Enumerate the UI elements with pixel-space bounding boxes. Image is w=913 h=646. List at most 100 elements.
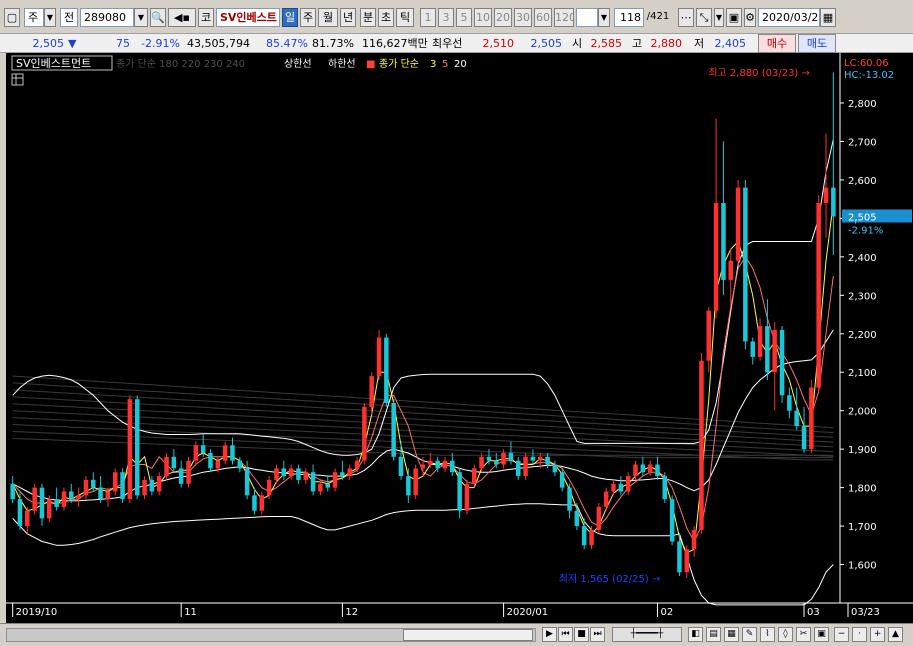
trade-amount: 116,627백만 xyxy=(362,37,428,50)
lower-limit-line xyxy=(12,503,834,606)
zoom-slider[interactable]: ┼━━━━┼ xyxy=(612,627,682,642)
candle xyxy=(662,472,667,503)
scroll-right-icon[interactable]: ▶ xyxy=(542,627,557,642)
y-tick-label: 2,700 xyxy=(848,137,877,148)
candle-body xyxy=(266,479,272,496)
legend-ma5: 5 xyxy=(442,59,448,70)
candle xyxy=(413,464,418,500)
chart-area[interactable]: 2,8002,7002,6002,5002,4002,3002,2002,100… xyxy=(6,53,913,623)
zoom-in-icon[interactable]: + xyxy=(870,627,885,642)
scrollbar-thumb[interactable] xyxy=(403,629,533,641)
candle-body xyxy=(450,460,455,473)
buy-button[interactable]: 매수 xyxy=(758,34,796,53)
chevron-down-icon[interactable]: ▼ xyxy=(44,8,56,27)
sell-button[interactable]: 매도 xyxy=(798,34,836,53)
zoom-icon[interactable]: ⤡ xyxy=(696,8,712,27)
candle-body xyxy=(647,464,653,473)
first-page-icon[interactable]: ⏮ xyxy=(558,627,573,642)
candle-body xyxy=(259,495,264,511)
stock-name[interactable]: SV인베스트 xyxy=(216,8,280,27)
y-tick-label: 2,300 xyxy=(848,291,877,302)
candle-body xyxy=(347,468,352,477)
zoom-out-icon[interactable]: − xyxy=(834,627,849,642)
market-tag[interactable]: 코 xyxy=(198,8,214,27)
calendar-icon[interactable]: ▦ xyxy=(820,8,836,27)
table-icon[interactable] xyxy=(11,73,24,86)
interval-20[interactable]: 20 xyxy=(494,8,512,27)
candle-body xyxy=(523,456,528,476)
interval-120[interactable]: 120 xyxy=(554,8,574,27)
period-month[interactable]: 월 xyxy=(318,8,338,27)
candle-body xyxy=(574,510,580,527)
tool-4-icon[interactable]: ✎ xyxy=(742,627,757,642)
candle-body xyxy=(149,479,155,492)
period-minute[interactable]: 분 xyxy=(360,8,376,27)
grid-icon[interactable]: ⋯ xyxy=(678,8,694,27)
interval-3[interactable]: 3 xyxy=(438,8,454,27)
candle xyxy=(296,464,301,484)
count-input[interactable]: 118 xyxy=(614,8,644,27)
market-select[interactable]: 주 xyxy=(24,8,44,27)
quote-bar: 2,505 ▼ 75 -2.91% 43,505,794 85.47% 81.7… xyxy=(0,34,913,53)
current-price-label: 2,505 xyxy=(848,212,877,223)
candle-body xyxy=(743,187,748,342)
reset-icon[interactable]: · xyxy=(852,627,867,642)
interval-10[interactable]: 10 xyxy=(474,8,492,27)
tool-1-icon[interactable]: ◧ xyxy=(688,627,703,642)
candle-body xyxy=(713,203,719,311)
tool-5-icon[interactable]: ⌇ xyxy=(760,627,775,642)
tool-2-icon[interactable]: ▤ xyxy=(706,627,721,642)
x-tick-label: 2020/01 xyxy=(507,607,549,618)
custom-interval-input[interactable] xyxy=(576,8,598,27)
chart-scrollbar[interactable] xyxy=(6,628,536,642)
candle-body xyxy=(113,472,118,492)
candle-body xyxy=(83,479,89,496)
candle-body xyxy=(552,464,558,473)
candle xyxy=(17,491,23,530)
tool-3-icon[interactable]: ▦ xyxy=(724,627,739,642)
last-page-icon[interactable]: ⏭ xyxy=(590,627,605,642)
code-input[interactable]: 289080 xyxy=(80,8,134,27)
candle-body xyxy=(757,326,763,357)
period-year[interactable]: 년 xyxy=(340,8,356,27)
tool-6-icon[interactable]: ◊ xyxy=(778,627,793,642)
tool-7-icon[interactable]: ✂ xyxy=(796,627,811,642)
zoom-dropdown-icon[interactable]: ▼ xyxy=(714,8,724,27)
candle xyxy=(706,306,711,373)
candle xyxy=(801,406,807,453)
candle xyxy=(816,195,821,392)
candle xyxy=(281,460,286,480)
candle xyxy=(310,464,316,496)
interval-1[interactable]: 1 xyxy=(420,8,436,27)
type-select[interactable]: 전 xyxy=(60,8,78,27)
interval-5[interactable]: 5 xyxy=(456,8,472,27)
gear-icon[interactable]: ⚙ xyxy=(744,8,756,27)
interval-60[interactable]: 60 xyxy=(534,8,552,27)
period-second[interactable]: 초 xyxy=(378,8,394,27)
chart-type-icon[interactable]: ▢ xyxy=(4,8,20,27)
candle-body xyxy=(391,403,396,457)
candle-body xyxy=(376,337,382,377)
speaker-icon[interactable]: ◀▪ xyxy=(168,8,196,27)
save-icon[interactable]: ▣ xyxy=(726,8,742,27)
interval-dropdown-icon[interactable]: ▼ xyxy=(598,8,610,27)
period-day[interactable]: 일 xyxy=(282,8,298,27)
candle xyxy=(83,476,89,500)
date-input[interactable]: 2020/03/23 xyxy=(758,8,820,27)
period-tick[interactable]: 틱 xyxy=(396,8,414,27)
legend-ma20: 20 xyxy=(454,59,467,70)
search-icon[interactable]: 🔍 xyxy=(150,8,166,27)
code-dropdown-icon[interactable]: ▼ xyxy=(134,8,148,27)
candle-body xyxy=(669,499,675,542)
chart-svg[interactable]: 2,8002,7002,6002,5002,4002,3002,2002,100… xyxy=(6,53,913,623)
candle-body xyxy=(787,395,792,411)
candle xyxy=(523,453,528,480)
tool-8-icon[interactable]: ▣ xyxy=(814,627,829,642)
candle-body xyxy=(721,203,726,280)
stop-icon[interactable]: ■ xyxy=(574,627,589,642)
candle-body xyxy=(61,491,67,507)
interval-30[interactable]: 30 xyxy=(514,8,532,27)
period-week[interactable]: 주 xyxy=(300,8,316,27)
candle-body xyxy=(831,187,836,217)
expand-icon[interactable]: ▲ xyxy=(888,627,903,642)
